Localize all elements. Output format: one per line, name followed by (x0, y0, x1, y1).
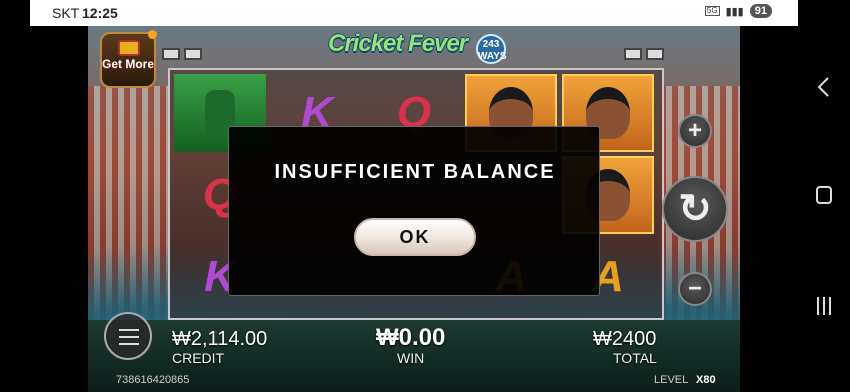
bet-decrease-button[interactable]: − (678, 272, 712, 306)
level-label: LEVEL (654, 374, 689, 386)
notification-dot (148, 30, 157, 39)
signal-icon: ▮▮▮ (725, 5, 744, 18)
dialog-message: INSUFFICIENT BALANCE (274, 161, 556, 183)
android-nav-bar (798, 0, 850, 392)
network-5g-icon: 5G (704, 6, 720, 16)
floodlight-icon (646, 48, 664, 60)
floodlight-icon (184, 48, 202, 60)
win-label: WIN (397, 350, 425, 366)
ok-button[interactable]: OK (354, 218, 476, 256)
floodlight-icon (162, 48, 180, 60)
game-title: Cricket Fever (328, 30, 468, 57)
gift-icon (118, 40, 140, 56)
floodlight-icon (624, 48, 642, 60)
screen: SKT 12:25 5G ▮▮▮ 91 Cricket Fever 243 WA… (0, 0, 850, 392)
credit-value: ₩2,114.00 (172, 328, 268, 350)
get-more-label: Get More (102, 57, 155, 71)
session-id: 738616420865 (116, 374, 190, 386)
total-bet-value: ₩2400 (593, 328, 657, 350)
clock: 12:25 (82, 5, 118, 21)
game-logo: Cricket Fever 243 WAYS (326, 28, 507, 68)
back-icon[interactable] (816, 76, 832, 98)
home-icon[interactable] (816, 186, 832, 204)
level-value: X80 (696, 374, 716, 386)
credit-label: CREDIT (172, 350, 225, 366)
carrier-label: SKT (52, 5, 80, 21)
battery-icon: 91 (749, 4, 772, 18)
recent-apps-icon[interactable] (816, 297, 832, 315)
bottom-bar: ₩2,114.00 CREDIT ₩0.00 WIN ₩2400 TOTAL 7… (88, 318, 740, 392)
win-value: ₩0.00 (376, 324, 446, 351)
insufficient-balance-dialog: INSUFFICIENT BALANCE OK (228, 126, 600, 296)
status-icons: 5G ▮▮▮ 91 (704, 4, 772, 18)
total-bet-label: TOTAL (613, 350, 657, 366)
get-more-button[interactable]: Get More (100, 32, 156, 88)
ways-badge: 243 WAYS (476, 34, 507, 64)
bet-increase-button[interactable]: + (678, 114, 712, 148)
status-bar: SKT 12:25 5G ▮▮▮ 91 (30, 0, 798, 26)
spin-button[interactable]: ↻ (662, 176, 728, 242)
